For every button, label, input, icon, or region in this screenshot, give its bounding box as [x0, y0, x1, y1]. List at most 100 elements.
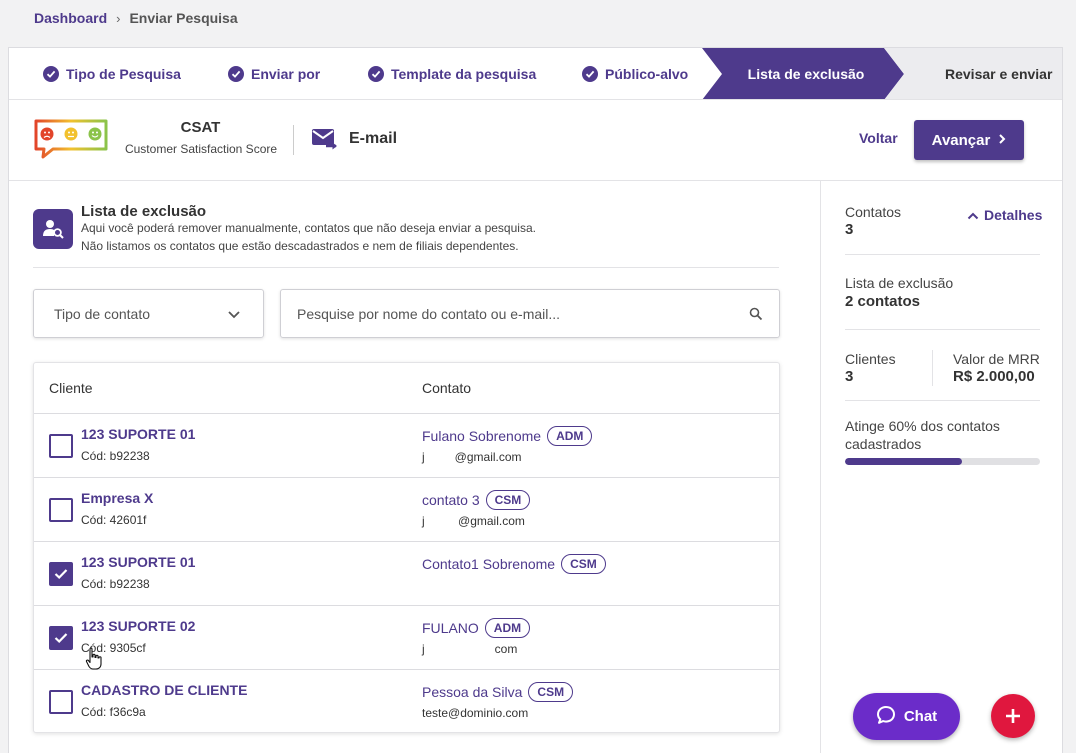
- plus-icon: [1006, 709, 1020, 723]
- checkmark-icon: [54, 633, 68, 644]
- breadcrumb-separator: ›: [116, 10, 121, 26]
- chat-bubble-icon: [876, 705, 896, 729]
- mrr-value: R$ 2.000,00: [953, 368, 1035, 385]
- step-tipo-de-pesquisa[interactable]: Tipo de Pesquisa: [43, 48, 181, 99]
- contacts-label: Contatos: [845, 204, 902, 220]
- exclusion-description-1: Aqui você poderá remover manualmente, co…: [81, 221, 536, 235]
- column-header-client: Cliente: [49, 380, 93, 396]
- contact-cell: contato 3 CSM: [422, 490, 531, 510]
- contact-role-badge: CSM: [485, 490, 531, 510]
- clients-label: Clientes: [845, 351, 896, 367]
- chevron-down-icon: [227, 307, 241, 323]
- step-enviar-por[interactable]: Enviar por: [228, 48, 320, 99]
- breadcrumb-current: Enviar Pesquisa: [129, 10, 238, 26]
- step-lista-de-exclusao[interactable]: Lista de exclusão: [702, 48, 904, 99]
- exclusion-summary-value: 2 contatos: [845, 293, 921, 310]
- contact-email: j @gmail.com: [422, 450, 522, 464]
- channel-label: E-mail: [349, 130, 398, 147]
- contact-cell: FULANO ADM: [422, 618, 531, 638]
- table-row: CADASTRO DE CLIENTE Cód: f36c9a Pessoa d…: [34, 670, 779, 732]
- next-button[interactable]: Avançar: [914, 120, 1024, 160]
- chevron-right-icon: [998, 132, 1006, 149]
- contact-role-badge: CSM: [528, 682, 574, 702]
- summary-divider: [845, 254, 1040, 255]
- summary-divider: [845, 329, 1040, 330]
- step-label: Template da pesquisa: [391, 66, 537, 82]
- exclusion-description-2: Não listamos os contatos que estão desca…: [81, 239, 519, 253]
- details-toggle[interactable]: Detalhes: [967, 207, 1042, 223]
- breadcrumb: Dashboard › Enviar Pesquisa: [34, 10, 238, 26]
- search-icon[interactable]: [749, 307, 763, 326]
- clients-value: 3: [845, 368, 854, 385]
- contact-name[interactable]: FULANO: [422, 620, 479, 636]
- client-code: Cód: b92238: [81, 577, 150, 591]
- contact-cell: Fulano Sobrenome ADM: [422, 426, 593, 446]
- client-code: Cód: f36c9a: [81, 705, 146, 719]
- summary-vertical-divider: [932, 350, 933, 386]
- chevron-up-icon: [967, 207, 979, 223]
- row-checkbox[interactable]: [49, 434, 73, 458]
- survey-card: Tipo de Pesquisa Enviar por Template da …: [8, 47, 1063, 753]
- contact-role-badge: ADM: [547, 426, 593, 446]
- hand-pointer-cursor-icon: [85, 647, 103, 676]
- contact-email: j @gmail.com: [422, 514, 525, 528]
- table-row: Empresa X Cód: 42601f contato 3 CSM j @g…: [34, 478, 779, 542]
- step-label: Tipo de Pesquisa: [66, 66, 181, 82]
- contact-role-badge: ADM: [484, 618, 531, 638]
- summary-divider: [845, 400, 1040, 401]
- contacts-table: Cliente Contato 123 SUPORTE 01 Cód: b922…: [33, 362, 780, 733]
- contact-email: j com: [422, 642, 518, 656]
- reach-text-line-2: cadastrados: [845, 436, 922, 452]
- reach-progress-bar: [845, 458, 1040, 465]
- next-button-label: Avançar: [931, 131, 991, 149]
- client-code: Cód: 42601f: [81, 513, 147, 527]
- reach-text-line-1: Atinge 60% dos contatos: [845, 418, 1000, 434]
- contact-name[interactable]: Fulano Sobrenome: [422, 428, 541, 444]
- contact-cell: Contato1 Sobrenome CSM: [422, 554, 606, 574]
- search-input[interactable]: [281, 290, 779, 337]
- check-circle-icon: [43, 66, 59, 82]
- table-row: 123 SUPORTE 02 Cód: 9305cf FULANO ADM j …: [34, 606, 779, 670]
- contact-name[interactable]: Pessoa da Silva: [422, 684, 522, 700]
- client-name[interactable]: 123 SUPORTE 01: [81, 554, 195, 570]
- breadcrumb-dashboard-link[interactable]: Dashboard: [34, 10, 107, 26]
- step-publico-alvo[interactable]: Público-alvo: [582, 48, 689, 99]
- search-field: [280, 289, 780, 338]
- client-name[interactable]: 123 SUPORTE 02: [81, 618, 195, 634]
- column-header-contact: Contato: [422, 380, 472, 396]
- back-button[interactable]: Voltar: [859, 130, 898, 146]
- row-checkbox[interactable]: [49, 562, 73, 586]
- details-label: Detalhes: [984, 207, 1043, 223]
- contact-type-select[interactable]: Tipo de contato: [33, 289, 264, 338]
- exclusion-summary-label: Lista de exclusão: [845, 275, 954, 291]
- contact-email: teste@dominio.com: [422, 706, 529, 720]
- contact-role-badge: CSM: [561, 554, 606, 574]
- table-row: 123 SUPORTE 01 Cód: b92238 Contato1 Sobr…: [34, 542, 779, 606]
- contact-name[interactable]: contato 3: [422, 492, 480, 508]
- step-label: Público-alvo: [605, 66, 689, 82]
- reach-progress-fill: [845, 458, 962, 465]
- header-divider: [293, 125, 294, 155]
- row-checkbox[interactable]: [49, 498, 73, 522]
- chat-button[interactable]: Chat: [853, 693, 960, 740]
- survey-type-title: CSAT: [180, 119, 221, 136]
- check-circle-icon: [368, 66, 384, 82]
- client-name[interactable]: CADASTRO DE CLIENTE: [81, 682, 247, 698]
- survey-type-subtitle: Customer Satisfaction Score: [124, 142, 278, 156]
- row-checkbox[interactable]: [49, 690, 73, 714]
- step-template-da-pesquisa[interactable]: Template da pesquisa: [368, 48, 537, 99]
- section-divider: [33, 267, 779, 268]
- contact-type-select-value: Tipo de contato: [54, 305, 150, 322]
- add-button[interactable]: [991, 694, 1035, 738]
- stepper: Tipo de Pesquisa Enviar por Template da …: [9, 48, 1062, 100]
- step-revisar-e-enviar[interactable]: Revisar e enviar: [945, 48, 1052, 99]
- client-name[interactable]: Empresa X: [81, 490, 153, 506]
- email-send-icon: [311, 127, 339, 156]
- check-circle-icon: [582, 66, 598, 82]
- row-checkbox[interactable]: [49, 626, 73, 650]
- user-search-icon: [33, 209, 73, 249]
- client-name[interactable]: 123 SUPORTE 01: [81, 426, 195, 442]
- mrr-label: Valor de MRR: [953, 351, 1040, 367]
- exclusion-title: Lista de exclusão: [81, 203, 207, 220]
- contact-name[interactable]: Contato1 Sobrenome: [422, 556, 555, 572]
